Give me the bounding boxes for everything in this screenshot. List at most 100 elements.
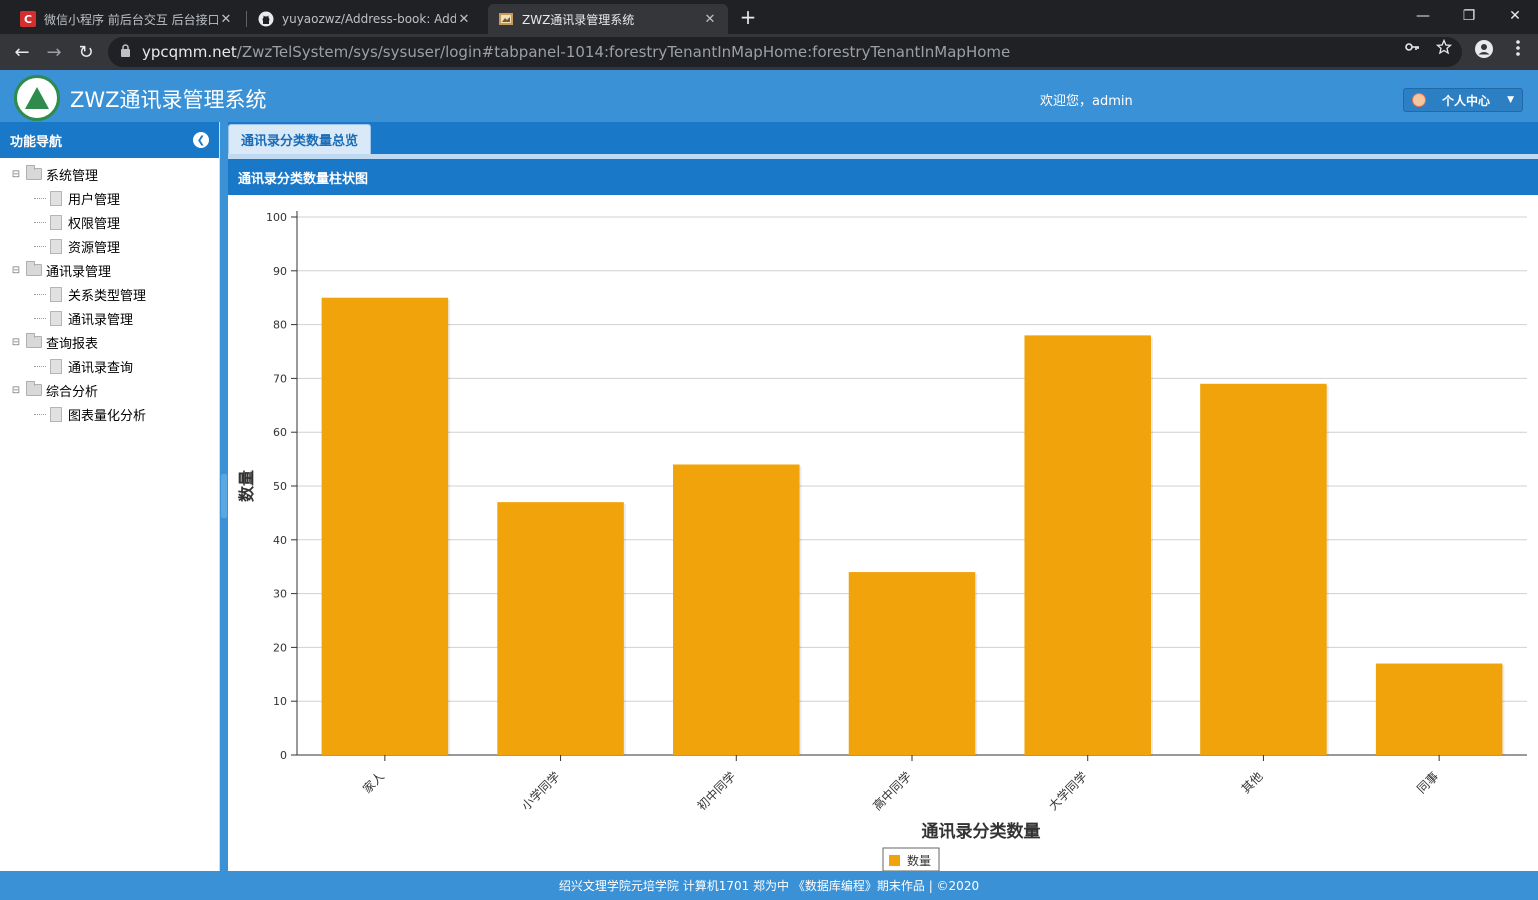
- tree-item-chart-analysis[interactable]: 图表量化分析: [0, 402, 219, 426]
- new-tab-button[interactable]: +: [736, 4, 760, 30]
- y-tick-label: 100: [266, 211, 287, 224]
- minimize-window-button[interactable]: —: [1400, 0, 1446, 32]
- tree-group-system[interactable]: ⊟ 系统管理: [0, 162, 219, 186]
- user-center-dropdown[interactable]: 个人中心 ▼: [1403, 88, 1523, 112]
- x-tick-label: 其他: [1239, 769, 1266, 796]
- lock-icon: [120, 44, 134, 60]
- tree-group-contacts[interactable]: ⊟ 通讯录管理: [0, 258, 219, 282]
- bar-chart: 0 10 20 30 40 50 60 70 80 90 100 家人 小学同学 初中同学 高中同学 大学同学…: [237, 211, 1527, 871]
- browser-tab-3-active[interactable]: ZWZ通讯录管理系统 ✕: [488, 4, 728, 34]
- sidebar-header: 功能导航 ❮: [0, 122, 219, 158]
- address-bar[interactable]: ypcqmm.net /ZwzTelSystem/sys/sysuser/log…: [108, 37, 1462, 67]
- back-button[interactable]: ←: [8, 38, 36, 66]
- file-icon: [50, 406, 62, 422]
- x-axis-title: 通讯录分类数量: [922, 821, 1041, 842]
- tree-item-label: 通讯录管理: [68, 312, 134, 328]
- menu-icon[interactable]: [1506, 39, 1530, 61]
- footer: 绍兴文理学院元培学院 计算机1701 郑为中 《数据库编程》期末作品 | ©20…: [0, 871, 1538, 900]
- chevron-down-icon: ▼: [1507, 95, 1514, 105]
- nav-tree: ⊟ 系统管理 用户管理 权限管理 资源管理 ⊟ 通讯录管理 关系类型管理 通讯录…: [0, 158, 219, 426]
- tree-item-users[interactable]: 用户管理: [0, 186, 219, 210]
- tree-group-label: 系统管理: [46, 168, 99, 184]
- content-tabbar: 通讯录分类数量总览: [228, 122, 1538, 154]
- url-path: /ZwzTelSystem/sys/sysuser/login#tabpanel…: [236, 43, 1011, 61]
- y-tick-label: 90: [273, 265, 287, 278]
- app-header: ZWZ通讯录管理系统 欢迎您，admin 个人中心 ▼: [0, 70, 1538, 122]
- chart-area: 0 10 20 30 40 50 60 70 80 90 100 家人 小学同学 初中同学 高中同学 大学同学…: [228, 195, 1538, 871]
- y-tick-label: 80: [273, 319, 287, 332]
- close-tab-icon[interactable]: ✕: [702, 12, 718, 27]
- tree-item-contacts[interactable]: 通讯录管理: [0, 306, 219, 330]
- tree-group-reports[interactable]: ⊟ 查询报表: [0, 330, 219, 354]
- bar-同事: [1375, 663, 1503, 755]
- browser-tab-2[interactable]: yuyaozwz/Address-book: Address ✕: [248, 4, 482, 34]
- y-tick-label: 60: [273, 426, 287, 439]
- y-tick-label: 50: [273, 480, 287, 493]
- tree-item-permissions[interactable]: 权限管理: [0, 210, 219, 234]
- tree-group-label: 通讯录管理: [46, 264, 112, 280]
- bar-高中同学: [848, 572, 976, 755]
- user-avatar-icon: [1412, 93, 1426, 107]
- splitter-handle[interactable]: [221, 474, 227, 518]
- x-tick-label: 同事: [1414, 769, 1441, 796]
- tree-item-relation-types[interactable]: 关系类型管理: [0, 282, 219, 306]
- sidebar: 功能导航 ❮ ⊟ 系统管理 用户管理 权限管理 资源管理 ⊟ 通讯录管理 关系类…: [0, 122, 220, 871]
- github-icon: [258, 11, 274, 27]
- file-icon: [50, 310, 62, 326]
- folder-icon: [26, 381, 42, 396]
- tree-collapse-icon[interactable]: ⊟: [10, 336, 22, 348]
- tree-item-resources[interactable]: 资源管理: [0, 234, 219, 258]
- bar-家人: [321, 297, 449, 755]
- account-icon[interactable]: [1472, 39, 1496, 63]
- file-icon: [50, 214, 62, 230]
- welcome-text: 欢迎您，admin: [1040, 94, 1133, 109]
- close-tab-icon[interactable]: ✕: [456, 12, 472, 27]
- tree-item-label: 图表量化分析: [68, 408, 147, 424]
- tree-group-analysis[interactable]: ⊟ 综合分析: [0, 378, 219, 402]
- page-favicon-icon: [498, 11, 514, 27]
- bar-大学同学: [1024, 335, 1151, 755]
- main-content: 通讯录分类数量总览 通讯录分类数量柱状图 0 10 20 30 40 50 60 70 80 90…: [228, 122, 1538, 871]
- tab-contact-overview[interactable]: 通讯录分类数量总览: [228, 124, 372, 154]
- file-icon: [50, 238, 62, 254]
- x-tick-label: 高中同学: [870, 769, 915, 814]
- browser-tab-title: yuyaozwz/Address-book: Address: [282, 12, 456, 26]
- tree-group-label: 查询报表: [46, 336, 99, 352]
- tree-item-label: 资源管理: [68, 240, 121, 256]
- close-window-button[interactable]: ✕: [1492, 0, 1538, 32]
- file-icon: [50, 358, 62, 374]
- forward-button[interactable]: →: [40, 38, 68, 66]
- x-tick-label: 初中同学: [694, 769, 739, 814]
- reload-button[interactable]: ↻: [72, 38, 100, 66]
- app-logo-icon: [14, 75, 60, 121]
- tree-collapse-icon[interactable]: ⊟: [10, 264, 22, 276]
- y-tick-label: 70: [273, 372, 287, 385]
- tree-item-contact-query[interactable]: 通讯录查询: [0, 354, 219, 378]
- tree-collapse-icon[interactable]: ⊟: [10, 384, 22, 396]
- folder-icon: [26, 165, 42, 180]
- bar-小学同学: [497, 502, 624, 755]
- legend-label: 数量: [907, 853, 931, 868]
- bar-初中同学: [673, 464, 800, 755]
- star-icon[interactable]: [1432, 38, 1456, 59]
- restore-window-button[interactable]: ❐: [1446, 0, 1492, 32]
- x-tick-label: 小学同学: [518, 769, 563, 814]
- panel-title: 通讯录分类数量柱状图: [228, 159, 1538, 195]
- user-center-label: 个人中心: [1442, 93, 1491, 108]
- folder-icon: [26, 333, 42, 348]
- collapse-sidebar-icon[interactable]: ❮: [193, 132, 209, 148]
- tree-item-label: 关系类型管理: [68, 288, 147, 304]
- app-title: ZWZ通讯录管理系统: [70, 88, 267, 112]
- browser-tab-1[interactable]: C 微信小程序 前后台交互 后台接口 ✕: [10, 4, 244, 34]
- browser-toolbar: ← → ↻ ypcqmm.net /ZwzTelSystem/sys/sysus…: [0, 34, 1538, 70]
- y-axis-title: 数量: [237, 470, 256, 502]
- tree-collapse-icon[interactable]: ⊟: [10, 168, 22, 180]
- file-icon: [50, 286, 62, 302]
- tree-item-label: 权限管理: [68, 216, 121, 232]
- y-tick-label: 10: [273, 695, 287, 708]
- browser-tab-title: 微信小程序 前后台交互 后台接口: [44, 12, 218, 27]
- y-tick-label: 0: [280, 749, 287, 762]
- key-icon[interactable]: [1400, 39, 1424, 59]
- close-tab-icon[interactable]: ✕: [218, 12, 234, 27]
- file-icon: [50, 190, 62, 206]
